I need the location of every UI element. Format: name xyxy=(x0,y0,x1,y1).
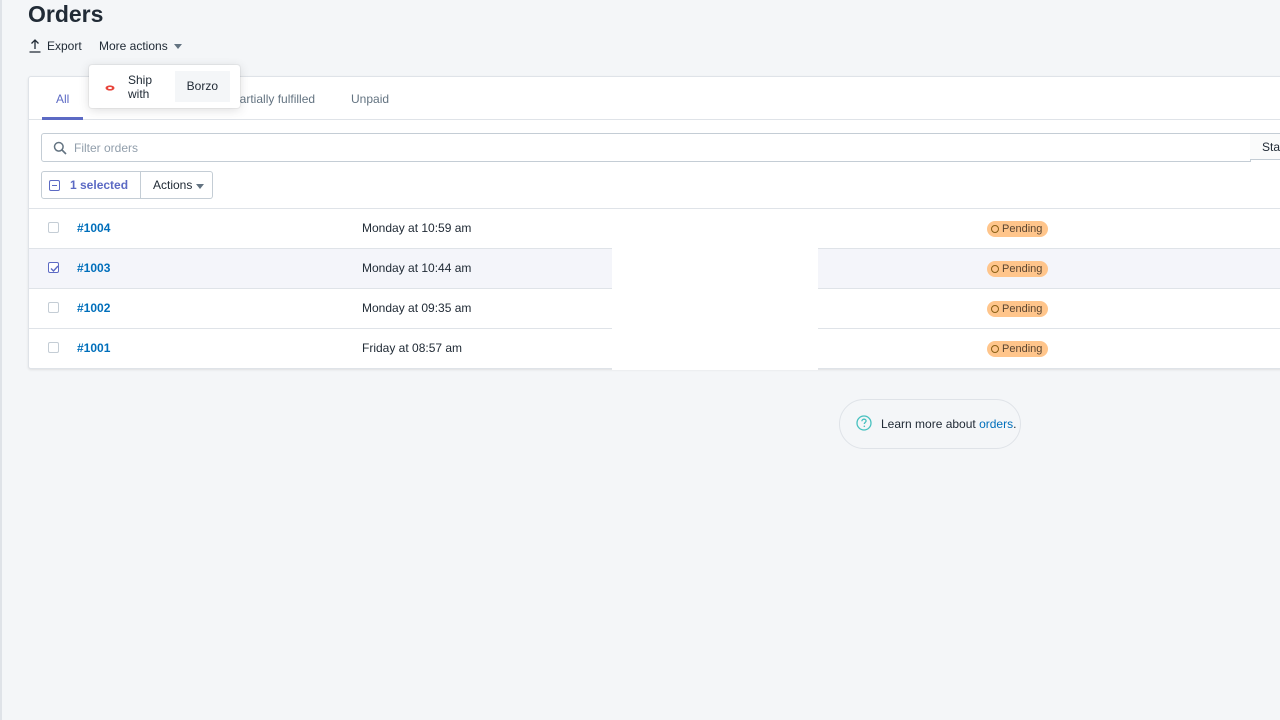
export-button[interactable]: Export xyxy=(28,36,82,56)
orders-help-link[interactable]: orders xyxy=(979,417,1013,431)
row-checkbox[interactable] xyxy=(48,342,59,353)
filter-orders-input[interactable] xyxy=(74,135,1174,160)
help-circle-icon xyxy=(856,414,872,434)
row-checkbox[interactable] xyxy=(48,222,59,233)
row-checkbox[interactable] xyxy=(48,262,59,273)
help-suffix: . xyxy=(1013,417,1017,431)
bulk-actions-button[interactable]: Actions xyxy=(141,171,213,199)
pending-ring-icon xyxy=(991,345,999,353)
export-label: Export xyxy=(47,39,82,53)
status-badge: Pending xyxy=(987,341,1049,357)
more-actions-dropdown: Ship with Borzo xyxy=(89,65,240,108)
table-row[interactable]: #1004 Monday at 10:59 am Pending xyxy=(29,209,1280,249)
order-date: Monday at 10:44 am xyxy=(362,261,472,275)
order-link[interactable]: #1001 xyxy=(77,329,110,368)
order-link[interactable]: #1004 xyxy=(77,209,110,248)
order-date: Monday at 09:35 am xyxy=(362,301,472,315)
pending-ring-icon xyxy=(991,305,999,313)
status-badge: Pending xyxy=(987,301,1049,317)
orders-page: Orders Export More actions All d partial… xyxy=(0,0,1280,720)
ship-with-label: Ship with xyxy=(128,72,153,101)
pending-ring-icon xyxy=(991,225,999,233)
order-link[interactable]: #1003 xyxy=(77,249,110,288)
search-icon xyxy=(53,141,67,160)
page-title: Orders xyxy=(28,1,104,27)
bulk-actions-bar: 1 selected Actions xyxy=(41,171,213,199)
caret-down-icon xyxy=(196,178,205,192)
blank-overlay xyxy=(612,247,818,370)
ship-with-borzo-item[interactable]: Ship with Borzo xyxy=(89,71,230,102)
pending-ring-icon xyxy=(991,265,999,273)
row-checkbox[interactable] xyxy=(48,302,59,313)
more-actions-label: More actions xyxy=(99,39,168,53)
sidebar-edge xyxy=(0,0,2,720)
help-footer: Learn more about orders . xyxy=(839,399,1021,449)
brand-label: Borzo xyxy=(174,71,230,102)
status-badge: Pending xyxy=(987,261,1049,277)
bulk-actions-label: Actions xyxy=(153,178,193,192)
indeterminate-checkbox-icon xyxy=(49,179,60,191)
export-icon xyxy=(28,39,42,53)
order-date: Friday at 08:57 am xyxy=(362,341,463,355)
order-link[interactable]: #1002 xyxy=(77,289,110,328)
status-badge: Pending xyxy=(987,221,1049,237)
selected-count: 1 selected xyxy=(70,178,129,192)
help-text: Learn more about xyxy=(881,417,980,431)
caret-down-icon xyxy=(173,43,182,49)
tab-all[interactable]: All xyxy=(41,77,85,120)
checkmark-icon xyxy=(50,265,59,273)
order-date: Monday at 10:59 am xyxy=(362,221,472,235)
status-filter-button[interactable]: Sta xyxy=(1250,133,1280,160)
borzo-logo-icon xyxy=(105,80,115,94)
select-all-checkbox[interactable]: 1 selected xyxy=(41,171,141,199)
tab-unpaid[interactable]: Unpaid xyxy=(351,77,389,119)
more-actions-button[interactable]: More actions xyxy=(99,36,182,56)
filter-box xyxy=(41,133,1251,162)
